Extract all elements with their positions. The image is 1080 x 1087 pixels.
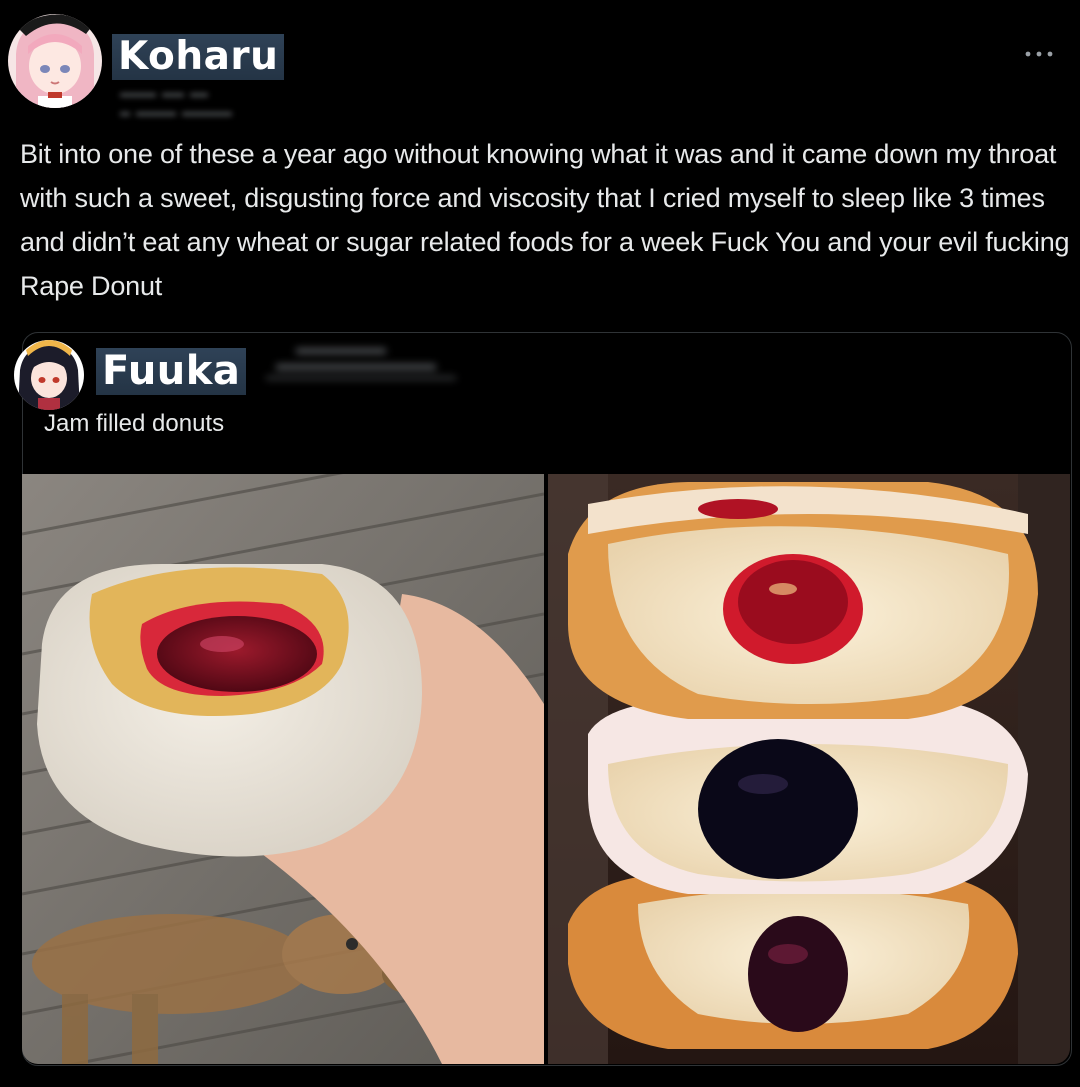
more-options-button[interactable]: [1024, 38, 1054, 64]
quoted-author-handle-redacted: [266, 344, 466, 384]
tweet-text: Bit into one of these a year ago without…: [20, 139, 1070, 301]
quoted-author-name[interactable]: Fuuka: [96, 348, 247, 395]
author-avatar[interactable]: [8, 14, 102, 108]
author-handle-redacted: [120, 84, 260, 120]
hand-holding-donut-photo[interactable]: [22, 474, 544, 1064]
quoted-tweet-text: Jam filled donuts: [44, 410, 225, 437]
more-horizontal-icon: [1025, 51, 1053, 57]
donut-in-hand-image: [22, 474, 544, 1064]
author-name[interactable]: Koharu: [112, 34, 285, 80]
quoted-author-avatar[interactable]: [14, 340, 84, 410]
stacked-jam-donuts-image: [548, 474, 1070, 1064]
anime-girl-avatar-image: [8, 14, 102, 108]
anime-girl-avatar-image: [14, 340, 84, 410]
stacked-donuts-photo[interactable]: [548, 474, 1070, 1064]
